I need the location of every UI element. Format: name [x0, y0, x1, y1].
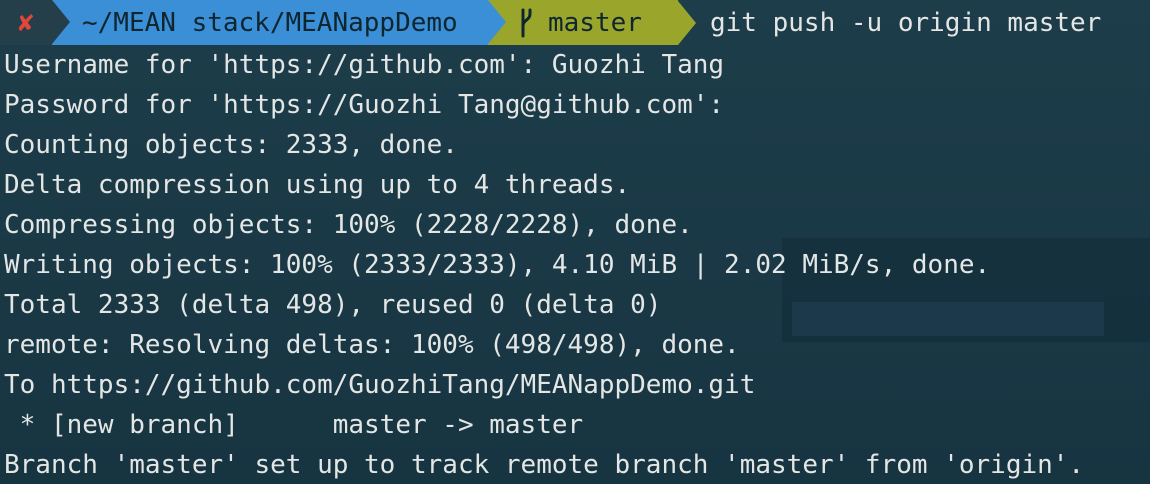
cross-icon: ✘ [18, 7, 34, 38]
shell-prompt: ✘ ~/MEAN stack/MEANappDemo master git pu… [0, 0, 1150, 45]
terminal-content: ✘ ~/MEAN stack/MEANappDemo master git pu… [0, 0, 1150, 484]
output-line: Counting objects: 2333, done. [4, 130, 458, 160]
prompt-directory-segment: ~/MEAN stack/MEANappDemo [52, 0, 488, 45]
output-line: remote: Resolving deltas: 100% (498/498)… [4, 330, 740, 360]
output-line: To https://github.com/GuozhiTang/MEANapp… [4, 370, 756, 400]
terminal-window[interactable]: ✘ ~/MEAN stack/MEANappDemo master git pu… [0, 0, 1150, 484]
output-line: Branch 'master' set up to track remote b… [4, 450, 1085, 480]
prompt-branch-segment: master [488, 0, 678, 45]
segment-separator [678, 0, 696, 45]
segment-separator [52, 0, 70, 44]
git-branch-icon [518, 8, 534, 38]
output-line: Compressing objects: 100% (2228/2228), d… [4, 210, 693, 240]
prompt-branch: master [548, 7, 642, 38]
output-line: Delta compression using up to 4 threads. [4, 170, 631, 200]
segment-separator [488, 0, 506, 44]
output-line: Writing objects: 100% (2333/2333), 4.10 … [4, 250, 991, 280]
prompt-command: git push -u origin master [710, 7, 1102, 38]
output-line: Password for 'https://Guozhi Tang@github… [4, 90, 725, 120]
prompt-directory: ~/MEAN stack/MEANappDemo [82, 7, 458, 38]
output-line: Username for 'https://github.com': Guozh… [4, 50, 725, 80]
prompt-status-segment: ✘ [0, 0, 52, 45]
output-line: Total 2333 (delta 498), reused 0 (delta … [4, 290, 662, 320]
output-line: * [new branch] master -> master [4, 410, 584, 440]
